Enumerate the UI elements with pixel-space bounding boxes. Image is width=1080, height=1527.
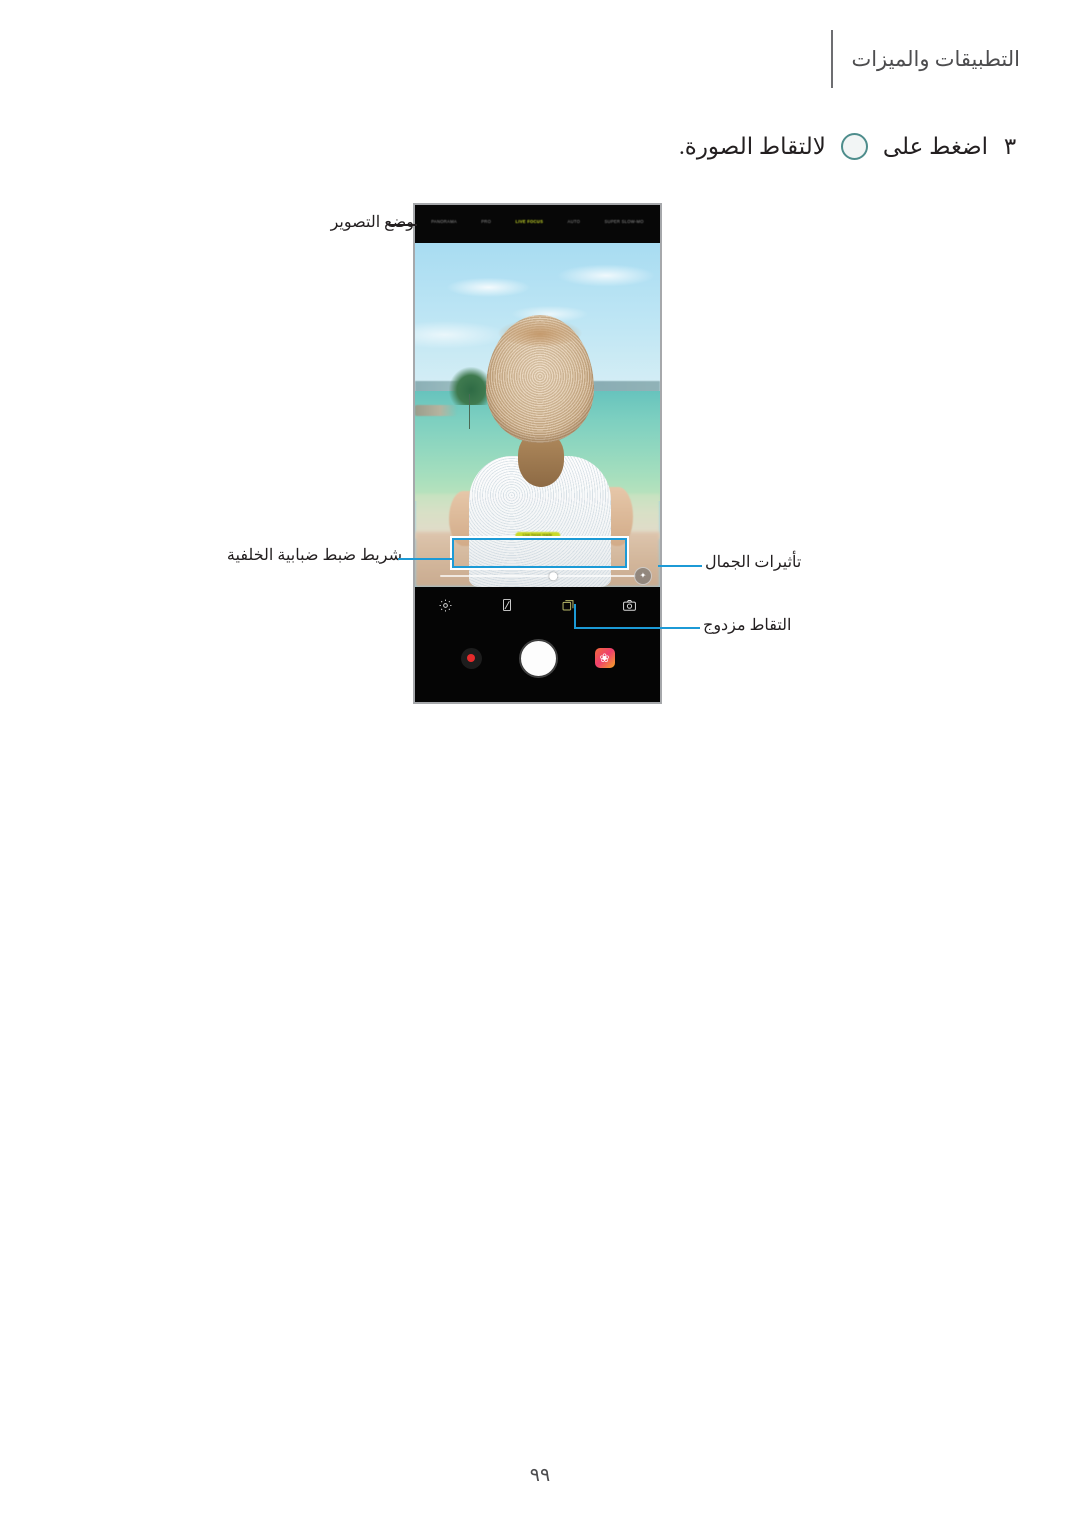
blur-slider-knob[interactable] — [549, 572, 557, 580]
blur-slider-track[interactable] — [439, 572, 636, 580]
record-dot-icon — [467, 654, 475, 662]
camera-controls[interactable]: ❀ — [415, 629, 660, 687]
callout-dual-capture-leader-horizontal — [574, 627, 700, 629]
callout-blur-slider-leader — [398, 558, 454, 560]
camera-toolbar[interactable] — [415, 587, 660, 623]
step-text-after: لالتقاط الصورة. — [679, 133, 826, 159]
aspect-ratio-icon[interactable] — [498, 597, 515, 614]
beauty-effects-button[interactable]: ✦ — [634, 567, 652, 585]
mode-tab-auto[interactable]: AUTO — [568, 219, 581, 224]
step-text-before: اضغط على — [882, 133, 988, 159]
callout-dual-capture-leader-vertical — [574, 604, 576, 629]
step-instruction: ٣ اضغط على لالتقاط الصورة. — [679, 133, 1020, 160]
header-divider — [831, 30, 834, 88]
step-number: ٣ — [1003, 133, 1017, 159]
camera-filter-icon[interactable] — [621, 597, 638, 614]
flower-icon: ❀ — [599, 651, 610, 665]
manual-page: التطبيقات والميزات ٣ اضغط على لالتقاط ال… — [0, 0, 1080, 1527]
camera-viewfinder[interactable]: Live focus ready ✦ — [415, 243, 660, 587]
settings-icon[interactable] — [437, 597, 454, 614]
callout-shooting-mode-label: وضع التصوير — [330, 214, 414, 231]
callout-beauty-effects-label: تأثيرات الجمال — [705, 554, 802, 571]
mode-tab-super-slow-mo[interactable]: SUPER SLOW-MO — [605, 219, 644, 224]
gallery-thumbnail-button[interactable]: ❀ — [594, 648, 615, 668]
camera-mode-bar — [415, 205, 660, 243]
blur-intensity-slider[interactable] — [439, 570, 636, 582]
header-title: التطبيقات والميزات — [851, 46, 1020, 71]
camera-mode-tabs[interactable]: PANORAMA PRO LIVE FOCUS AUTO SUPER SLOW-… — [415, 219, 660, 224]
scene-rocks — [415, 404, 457, 417]
mode-tab-live-focus[interactable]: LIVE FOCUS — [516, 219, 544, 224]
blur-slider-highlight-box — [452, 538, 627, 568]
mode-tab-panorama[interactable]: PANORAMA — [431, 219, 457, 224]
callout-blur-slider-label: شريط ضبط ضبابية الخلفية — [226, 547, 402, 564]
page-number: ٩٩ — [529, 1465, 551, 1486]
scene-subject-hat-band — [498, 318, 582, 347]
sparkle-icon: ✦ — [639, 571, 647, 580]
record-button[interactable] — [460, 647, 482, 669]
mode-tab-pro[interactable]: PRO — [481, 219, 491, 224]
callout-beauty-effects-leader — [658, 565, 702, 567]
callout-shooting-mode-leader — [389, 224, 417, 226]
shutter-button[interactable] — [519, 639, 557, 677]
scene-tree-trunk — [468, 394, 471, 429]
page-header: التطبيقات والميزات — [831, 30, 1020, 88]
shutter-circle-icon — [840, 133, 868, 160]
callout-dual-capture-label: التقاط مزدوج — [703, 617, 792, 634]
